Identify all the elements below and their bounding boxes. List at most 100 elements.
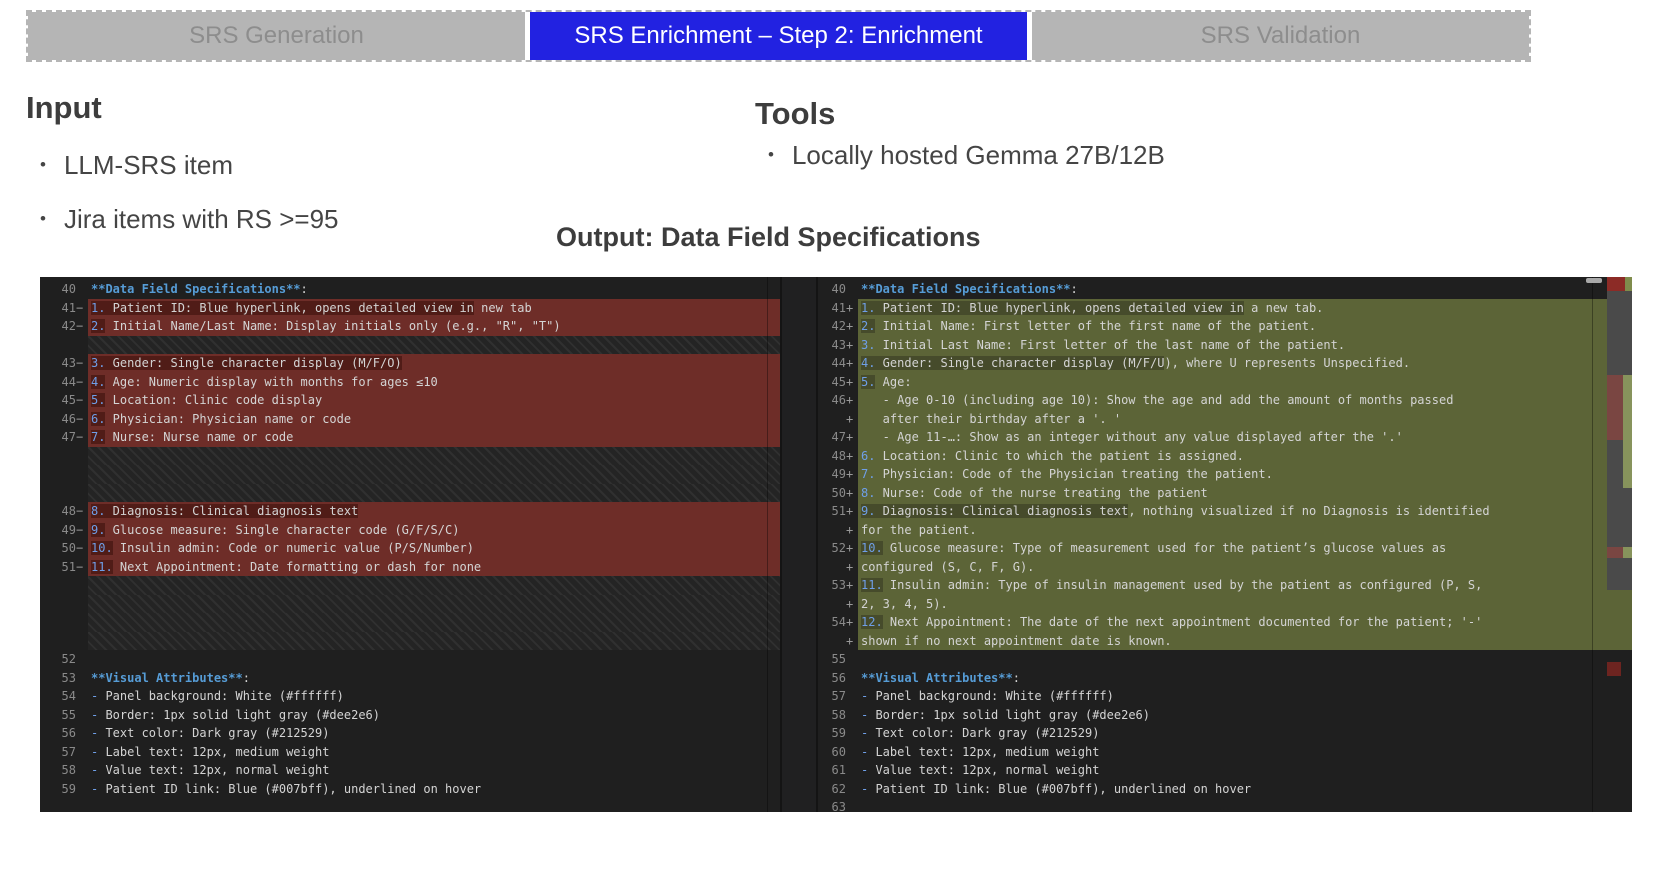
diff-row: 46+ - Age 0-10 (including age 10): Show … xyxy=(818,391,1632,410)
diff-marker: − xyxy=(76,391,88,410)
line-number: 53 xyxy=(40,669,76,688)
line-number: 54 xyxy=(40,687,76,706)
code-text: 3. Gender: Single character display (M/F… xyxy=(88,354,780,373)
diff-marker: + xyxy=(846,391,858,410)
diff-pane-after[interactable]: 40**Data Field Specifications**:41+1. Pa… xyxy=(818,277,1632,812)
diff-row: 54- Panel background: White (#ffffff) xyxy=(40,687,780,706)
code-text: 3. Initial Last Name: First letter of th… xyxy=(858,336,1632,355)
diff-marker: + xyxy=(846,336,858,355)
code-text xyxy=(88,595,780,614)
minimap-block xyxy=(1607,662,1632,676)
minimap-block xyxy=(1607,375,1632,440)
diff-marker xyxy=(76,465,88,484)
code-text: - Label text: 12px, medium weight xyxy=(88,743,780,762)
step-tabs: SRS GenerationSRS Enrichment – Step 2: E… xyxy=(26,10,1531,62)
diff-row: 54+12. Next Appointment: The date of the… xyxy=(818,613,1632,632)
code-text: **Data Field Specifications**: xyxy=(858,280,1632,299)
line-number: 60 xyxy=(818,743,846,762)
minimap[interactable] xyxy=(1607,277,1632,812)
code-text: 11. Insulin admin: Type of insulin manag… xyxy=(858,576,1632,595)
code-text: 10. Insulin admin: Code or numeric value… xyxy=(88,539,780,558)
diff-row xyxy=(40,632,780,651)
diff-marker xyxy=(76,632,88,651)
diff-marker: − xyxy=(76,539,88,558)
output-heading: Output: Data Field Specifications xyxy=(556,222,981,253)
line-number: 44 xyxy=(818,354,846,373)
diff-row: 57- Panel background: White (#ffffff) xyxy=(818,687,1632,706)
diff-row: 40**Data Field Specifications**: xyxy=(40,280,780,299)
pane-edge-line xyxy=(767,277,768,812)
line-number: 40 xyxy=(818,280,846,299)
code-text: 6. Physician: Physician name or code xyxy=(88,410,780,429)
diff-marker: − xyxy=(76,502,88,521)
tab-srs-generation[interactable]: SRS Generation xyxy=(28,12,525,60)
code-text: 2. Initial Name/Last Name: Display initi… xyxy=(88,317,780,336)
diff-marker xyxy=(846,280,858,299)
minimap-block xyxy=(1607,488,1632,547)
diff-marker xyxy=(76,280,88,299)
diff-pane-before[interactable]: 40**Data Field Specifications**:41−1. Pa… xyxy=(40,277,780,812)
diff-row: +for the patient. xyxy=(818,521,1632,540)
code-text: - Text color: Dark gray (#212529) xyxy=(88,724,780,743)
diff-row: 55- Border: 1px solid light gray (#dee2e… xyxy=(40,706,780,725)
line-number: 56 xyxy=(818,669,846,688)
scrollbar-thumb[interactable] xyxy=(1586,278,1602,283)
minimap-block xyxy=(1607,440,1632,488)
line-number xyxy=(818,410,846,429)
bullet-icon: • xyxy=(768,145,774,165)
code-text: **Data Field Specifications**: xyxy=(88,280,780,299)
diff-marker: + xyxy=(846,595,858,614)
diff-row: 60- Label text: 12px, medium weight xyxy=(818,743,1632,762)
line-number: 42 xyxy=(818,317,846,336)
diff-marker xyxy=(76,761,88,780)
code-text: - Border: 1px solid light gray (#dee2e6) xyxy=(88,706,780,725)
diff-marker xyxy=(76,724,88,743)
line-number: 59 xyxy=(818,724,846,743)
line-number xyxy=(40,576,76,595)
line-number xyxy=(818,558,846,577)
code-text xyxy=(88,465,780,484)
code-text: 2. Initial Name: First letter of the fir… xyxy=(858,317,1632,336)
line-number: 50 xyxy=(818,484,846,503)
diff-marker xyxy=(76,595,88,614)
tab-srs-enrichment-step-2-enrichment[interactable]: SRS Enrichment – Step 2: Enrichment xyxy=(530,12,1027,60)
code-text: 6. Location: Clinic to which the patient… xyxy=(858,447,1632,466)
diff-marker: + xyxy=(846,410,858,429)
diff-row xyxy=(40,613,780,632)
line-number: 48 xyxy=(40,502,76,521)
diff-row: 58- Border: 1px solid light gray (#dee2e… xyxy=(818,706,1632,725)
diff-marker: + xyxy=(846,299,858,318)
diff-marker: − xyxy=(76,317,88,336)
line-number: 56 xyxy=(40,724,76,743)
line-number xyxy=(40,595,76,614)
diff-marker: − xyxy=(76,354,88,373)
diff-marker xyxy=(846,724,858,743)
line-number xyxy=(40,336,76,355)
line-number: 45 xyxy=(818,373,846,392)
line-number: 43 xyxy=(818,336,846,355)
diff-marker: − xyxy=(76,373,88,392)
code-text xyxy=(88,576,780,595)
line-number: 48 xyxy=(818,447,846,466)
diff-marker xyxy=(76,706,88,725)
line-number: 44 xyxy=(40,373,76,392)
code-text: 5. Location: Clinic code display xyxy=(88,391,780,410)
line-number: 61 xyxy=(818,761,846,780)
diff-row: 48−8. Diagnosis: Clinical diagnosis text xyxy=(40,502,780,521)
line-number: 52 xyxy=(40,650,76,669)
diff-row: 51−11. Next Appointment: Date formatting… xyxy=(40,558,780,577)
minimap-block xyxy=(1607,277,1632,291)
tab-srs-validation[interactable]: SRS Validation xyxy=(1032,12,1529,60)
diff-row: 57- Label text: 12px, medium weight xyxy=(40,743,780,762)
diff-row: 43+3. Initial Last Name: First letter of… xyxy=(818,336,1632,355)
line-number: 62 xyxy=(818,780,846,799)
line-number xyxy=(40,465,76,484)
diff-marker: + xyxy=(846,484,858,503)
line-number: 52 xyxy=(818,539,846,558)
code-text xyxy=(88,447,780,466)
diff-pane-divider[interactable] xyxy=(780,277,818,812)
diff-row: 45−5. Location: Clinic code display xyxy=(40,391,780,410)
code-text: - Patient ID link: Blue (#007bff), under… xyxy=(858,780,1632,799)
diff-marker xyxy=(846,780,858,799)
diff-row xyxy=(40,595,780,614)
